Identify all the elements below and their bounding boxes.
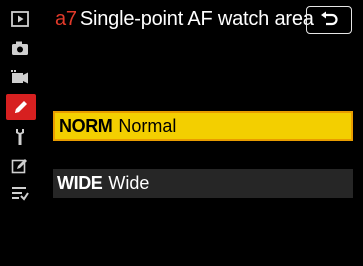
- option-abbr: NORM: [59, 115, 113, 136]
- page-title: Single-point AF watch area: [79, 8, 314, 30]
- custom-settings-pencil-icon[interactable]: [6, 94, 36, 120]
- menu-header: a7 Single-point AF watch area: [55, 8, 314, 36]
- option-label: Normal: [118, 115, 177, 136]
- menu-code: a7: [55, 8, 77, 30]
- option-label: Wide: [108, 173, 150, 193]
- setup-wrench-icon[interactable]: [8, 126, 32, 148]
- back-button[interactable]: [306, 6, 352, 34]
- return-arrow-icon: [321, 11, 338, 26]
- option-abbr: WIDE: [57, 173, 103, 193]
- photo-shooting-icon[interactable]: [8, 37, 32, 59]
- option-normal[interactable]: NORM Normal: [53, 111, 353, 141]
- video-recording-icon[interactable]: [8, 66, 32, 88]
- menu-sidebar: [0, 0, 46, 266]
- retouch-icon[interactable]: [8, 154, 32, 176]
- option-wide[interactable]: WIDE Wide: [53, 169, 353, 198]
- playback-icon[interactable]: [8, 8, 32, 30]
- my-menu-icon[interactable]: [8, 182, 32, 204]
